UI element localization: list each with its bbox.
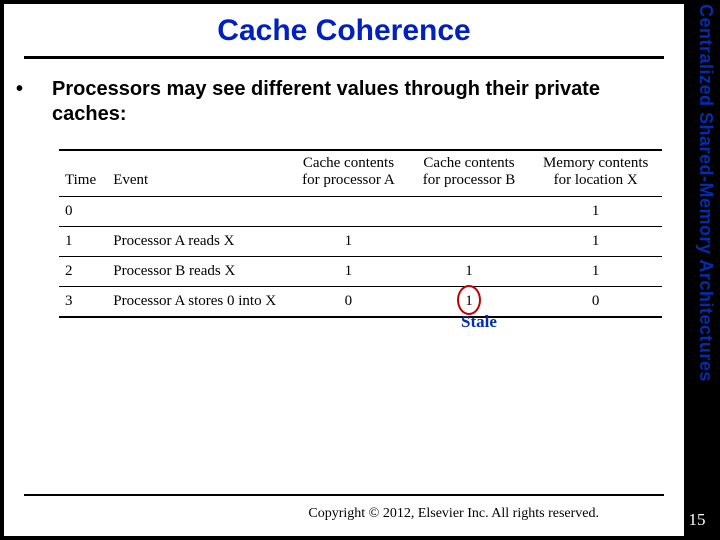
slide-body: Cache Coherence •Processors may see diff…	[4, 4, 684, 536]
cell-a: 0	[288, 286, 409, 317]
cell-m: 1	[529, 196, 662, 226]
cell-time: 1	[59, 226, 107, 256]
cell-event: Processor A stores 0 into X	[107, 286, 288, 317]
cell-time: 3	[59, 286, 107, 317]
table-row: 1 Processor A reads X 1 1	[59, 226, 662, 256]
coherence-table-wrap: Time Event Cache contents for processor …	[59, 149, 662, 318]
table-row: 2 Processor B reads X 1 1 1	[59, 256, 662, 286]
cell-b: 1	[409, 256, 530, 286]
cell-a	[288, 196, 409, 226]
cell-time: 0	[59, 196, 107, 226]
cell-m: 0	[529, 286, 662, 317]
bullet-marker: •	[34, 77, 52, 102]
cell-a: 1	[288, 256, 409, 286]
th-event: Event	[107, 150, 288, 196]
table-head-row: Time Event Cache contents for processor …	[59, 150, 662, 196]
cell-b	[409, 196, 530, 226]
stale-circle-icon	[457, 285, 481, 315]
stale-annotation: Stale	[461, 312, 497, 332]
cell-m: 1	[529, 226, 662, 256]
table-row: 0 1	[59, 196, 662, 226]
cell-a: 1	[288, 226, 409, 256]
cell-event: Processor A reads X	[107, 226, 288, 256]
footer-divider	[24, 494, 664, 496]
cell-b-stale: 1 Stale	[409, 286, 530, 317]
chapter-side-label: Centralized Shared-Memory Architectures	[686, 4, 716, 394]
th-time: Time	[59, 150, 107, 196]
bullet-point: •Processors may see different values thr…	[34, 77, 654, 127]
coherence-table: Time Event Cache contents for processor …	[59, 149, 662, 318]
title-divider	[24, 56, 664, 59]
bullet-text: Processors may see different values thro…	[52, 78, 600, 125]
cell-b	[409, 226, 530, 256]
th-mem-x: Memory contents for location X	[529, 150, 662, 196]
slide-title: Cache Coherence	[4, 4, 684, 48]
cell-m: 1	[529, 256, 662, 286]
cell-time: 2	[59, 256, 107, 286]
table-row: 3 Processor A stores 0 into X 0 1 Stale …	[59, 286, 662, 317]
th-cache-a: Cache contents for processor A	[288, 150, 409, 196]
cell-event	[107, 196, 288, 226]
th-cache-b: Cache contents for processor B	[409, 150, 530, 196]
cell-event: Processor B reads X	[107, 256, 288, 286]
copyright-text: Copyright © 2012, Elsevier Inc. All righ…	[308, 506, 599, 522]
page-number: 15	[684, 510, 710, 530]
